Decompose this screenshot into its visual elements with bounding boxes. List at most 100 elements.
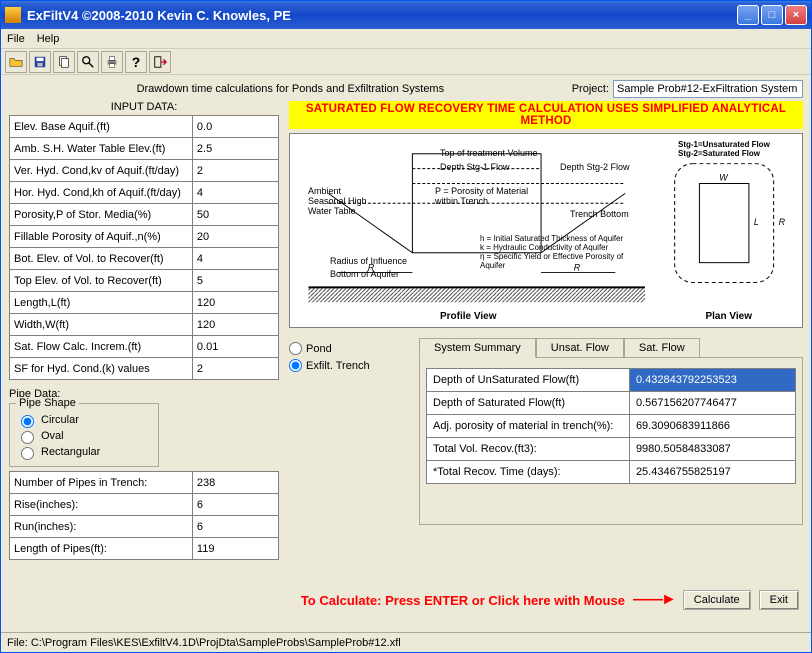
pipe-label: Length of Pipes(ft): bbox=[10, 538, 193, 560]
help-button[interactable]: ? bbox=[125, 51, 147, 73]
window-title: ExFiltV4 ©2008-2010 Kevin C. Knowles, PE bbox=[27, 8, 737, 23]
dia-depth-stg1: Depth Stg-1 Flow bbox=[440, 162, 510, 172]
input-label: Length,L(ft) bbox=[10, 292, 193, 314]
pipe-shape-rectangular[interactable]: Rectangular bbox=[16, 444, 152, 460]
input-row: Fillable Porosity of Aquif.,n(%)20 bbox=[10, 226, 279, 248]
minimize-button[interactable]: _ bbox=[737, 5, 759, 25]
exit-button[interactable]: Exit bbox=[759, 590, 799, 610]
input-value[interactable]: 50 bbox=[192, 204, 278, 226]
maximize-button[interactable]: □ bbox=[761, 5, 783, 25]
input-label: Amb. S.H. Water Table Elev.(ft) bbox=[10, 138, 193, 160]
result-value: 0.567156207746477 bbox=[629, 392, 795, 415]
svg-text:W: W bbox=[719, 173, 729, 183]
dia-bottom-aquifer: Bottom of Aquifer bbox=[330, 269, 399, 279]
input-value[interactable]: 0.0 bbox=[192, 116, 278, 138]
dia-stg-note: Stg-1=Unsaturated Flow Stg-2=Saturated F… bbox=[678, 140, 788, 158]
calculate-button[interactable]: Calculate bbox=[683, 590, 751, 610]
open-button[interactable] bbox=[5, 51, 27, 73]
input-row: Ver. Hyd. Cond,kv of Aquif.(ft/day)2 bbox=[10, 160, 279, 182]
status-text: File: C:\Program Files\KES\ExfiltV4.1D\P… bbox=[7, 637, 401, 649]
input-value[interactable]: 4 bbox=[192, 182, 278, 204]
input-row: Amb. S.H. Water Table Elev.(ft)2.5 bbox=[10, 138, 279, 160]
pipe-label: Rise(inches): bbox=[10, 494, 193, 516]
svg-text:R: R bbox=[779, 217, 786, 227]
close-button[interactable]: × bbox=[785, 5, 807, 25]
input-value[interactable]: 120 bbox=[192, 314, 278, 336]
input-value[interactable]: 2 bbox=[192, 358, 278, 380]
input-row: SF for Hyd. Cond.(k) values2 bbox=[10, 358, 279, 380]
pipe-table: Number of Pipes in Trench:238Rise(inches… bbox=[9, 471, 279, 560]
menubar: File Help bbox=[1, 29, 811, 49]
input-label: Hor. Hyd. Cond,kh of Aquif.(ft/day) bbox=[10, 182, 193, 204]
input-row: Bot. Elev. of Vol. to Recover(ft)4 bbox=[10, 248, 279, 270]
input-row: Sat. Flow Calc. Increm.(ft)0.01 bbox=[10, 336, 279, 358]
input-label: Elev. Base Aquif.(ft) bbox=[10, 116, 193, 138]
result-label: Total Vol. Recov.(ft3): bbox=[427, 438, 630, 461]
exit-toolbar-button[interactable] bbox=[149, 51, 171, 73]
result-row: Total Vol. Recov.(ft3):9980.50584833087 bbox=[427, 438, 796, 461]
print-button[interactable] bbox=[101, 51, 123, 73]
menu-help[interactable]: Help bbox=[37, 33, 60, 45]
input-value[interactable]: 4 bbox=[192, 248, 278, 270]
input-value[interactable]: 5 bbox=[192, 270, 278, 292]
input-value[interactable]: 120 bbox=[192, 292, 278, 314]
input-label: Sat. Flow Calc. Increm.(ft) bbox=[10, 336, 193, 358]
result-label: *Total Recov. Time (days): bbox=[427, 461, 630, 484]
result-row: Depth of Saturated Flow(ft)0.56715620774… bbox=[427, 392, 796, 415]
project-label: Project: bbox=[572, 83, 609, 95]
tabs: System Summary Unsat. Flow Sat. Flow Dep… bbox=[419, 338, 803, 525]
dia-legend: h = Initial Saturated Thickness of Aquif… bbox=[480, 234, 640, 270]
diagram: R R W L R bbox=[289, 133, 803, 328]
tab-sat-flow[interactable]: Sat. Flow bbox=[624, 338, 700, 357]
pipe-shape-circular[interactable]: Circular bbox=[16, 412, 152, 428]
radio-exfilt[interactable]: Exfilt. Trench bbox=[289, 359, 399, 372]
input-label: SF for Hyd. Cond.(k) values bbox=[10, 358, 193, 380]
menu-file[interactable]: File bbox=[7, 33, 25, 45]
input-table: Elev. Base Aquif.(ft)0.0Amb. S.H. Water … bbox=[9, 115, 279, 380]
input-label: Porosity,P of Stor. Media(%) bbox=[10, 204, 193, 226]
input-value[interactable]: 20 bbox=[192, 226, 278, 248]
pipe-value[interactable]: 6 bbox=[192, 494, 278, 516]
result-value: 9980.50584833087 bbox=[629, 438, 795, 461]
toolbar: ? bbox=[1, 49, 811, 75]
radio-pond[interactable]: Pond bbox=[289, 342, 399, 355]
pipe-shape-fieldset: Pipe Shape Circular Oval Rectangular bbox=[9, 403, 159, 467]
dia-top-treatment: Top of treatment Volume bbox=[440, 148, 538, 158]
system-type-radios: Pond Exfilt. Trench bbox=[289, 338, 399, 525]
pipe-label: Run(inches): bbox=[10, 516, 193, 538]
banner: SATURATED FLOW RECOVERY TIME CALCULATION… bbox=[289, 101, 803, 129]
save-button[interactable] bbox=[29, 51, 51, 73]
pipe-label: Number of Pipes in Trench: bbox=[10, 472, 193, 494]
content-area: Drawdown time calculations for Ponds and… bbox=[1, 75, 811, 632]
svg-text:L: L bbox=[754, 217, 759, 227]
pipe-shape-oval[interactable]: Oval bbox=[16, 428, 152, 444]
pipe-row: Run(inches):6 bbox=[10, 516, 279, 538]
search-button[interactable] bbox=[77, 51, 99, 73]
result-label: Adj. porosity of material in trench(%): bbox=[427, 415, 630, 438]
calc-instruction: To Calculate: Press ENTER or Click here … bbox=[301, 593, 625, 608]
dia-porosity: P = Porosity of Material within Trench bbox=[435, 186, 535, 206]
dia-ambient: Ambient Seasonal High Water Table bbox=[308, 186, 378, 216]
input-row: Elev. Base Aquif.(ft)0.0 bbox=[10, 116, 279, 138]
result-label: Depth of Saturated Flow(ft) bbox=[427, 392, 630, 415]
result-value: 25.4346755825197 bbox=[629, 461, 795, 484]
pipe-row: Length of Pipes(ft):119 bbox=[10, 538, 279, 560]
pipe-value[interactable]: 119 bbox=[192, 538, 278, 560]
result-row: Depth of UnSaturated Flow(ft)0.432843792… bbox=[427, 369, 796, 392]
result-label: Depth of UnSaturated Flow(ft) bbox=[427, 369, 630, 392]
input-row: Hor. Hyd. Cond,kh of Aquif.(ft/day)4 bbox=[10, 182, 279, 204]
input-row: Top Elev. of Vol. to Recover(ft)5 bbox=[10, 270, 279, 292]
pipe-value[interactable]: 238 bbox=[192, 472, 278, 494]
tab-system-summary[interactable]: System Summary bbox=[419, 338, 536, 358]
input-label: Width,W(ft) bbox=[10, 314, 193, 336]
tab-unsat-flow[interactable]: Unsat. Flow bbox=[536, 338, 624, 357]
project-input[interactable] bbox=[613, 80, 803, 98]
copy-button[interactable] bbox=[53, 51, 75, 73]
pipe-value[interactable]: 6 bbox=[192, 516, 278, 538]
input-value[interactable]: 2 bbox=[192, 160, 278, 182]
input-label: Bot. Elev. of Vol. to Recover(ft) bbox=[10, 248, 193, 270]
input-value[interactable]: 2.5 bbox=[192, 138, 278, 160]
arrow-icon: ——► bbox=[633, 591, 675, 609]
pipe-row: Number of Pipes in Trench:238 bbox=[10, 472, 279, 494]
input-value[interactable]: 0.01 bbox=[192, 336, 278, 358]
